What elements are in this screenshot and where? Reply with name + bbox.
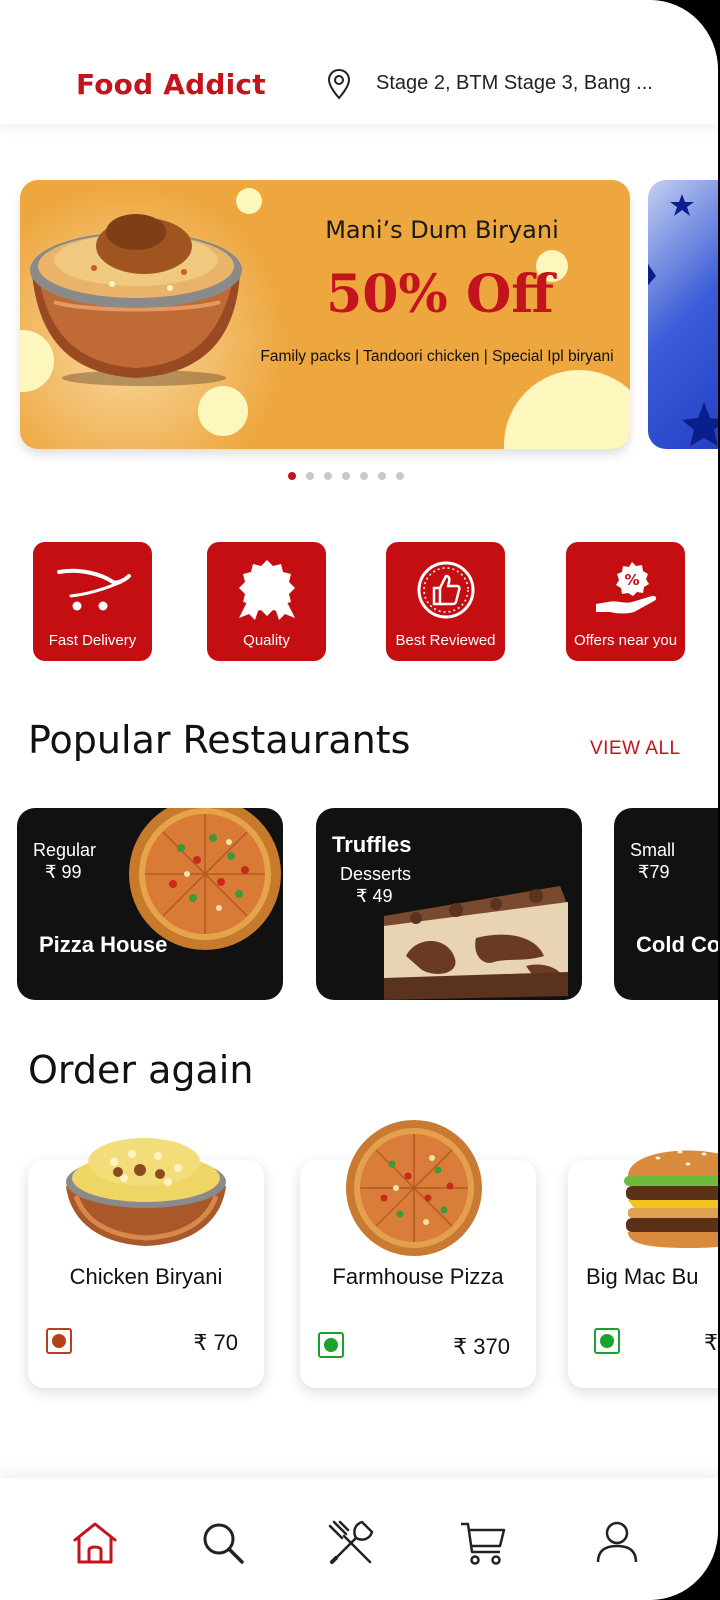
home-icon[interactable]: [70, 1518, 120, 1568]
restaurant-name: Cold Co: [636, 932, 720, 957]
pager-dot[interactable]: [378, 472, 386, 480]
carousel-pager[interactable]: [288, 472, 404, 480]
order-item-name: Farmhouse Pizza: [332, 1264, 504, 1289]
veg-indicator-icon: [318, 1332, 344, 1358]
restaurant-price: ₹ 99: [45, 862, 82, 882]
offer-hand-icon: %: [596, 562, 657, 614]
restaurant-size: Regular: [33, 840, 97, 860]
category-offers-near-you[interactable]: % Offers near you: [566, 542, 685, 661]
restaurant-size: Small: [630, 840, 676, 860]
pager-dot[interactable]: [306, 472, 314, 480]
biryani-pot-image: [30, 214, 242, 386]
bubble-decoration: [198, 386, 248, 436]
restaurant-price: ₹ 49: [356, 886, 393, 906]
pizza-image: [346, 1120, 482, 1256]
order-card-big-mac[interactable]: Big Mac Bu ₹: [568, 1150, 718, 1388]
cart-icon: [57, 568, 131, 611]
pager-dot[interactable]: [342, 472, 350, 480]
map-pin-icon[interactable]: [326, 68, 352, 100]
quality-badge-icon: [239, 560, 295, 620]
profile-icon[interactable]: [592, 1518, 642, 1568]
restaurant-name: Pizza House: [39, 932, 168, 957]
category-label: Best Reviewed: [395, 632, 496, 649]
bottom-navigation: [0, 1478, 718, 1600]
search-icon[interactable]: [198, 1518, 248, 1568]
non-veg-indicator-icon: [46, 1328, 72, 1354]
order-card-farmhouse-pizza[interactable]: Farmhouse Pizza ₹ 370: [300, 1120, 536, 1388]
order-item-price: ₹ 70: [193, 1330, 238, 1355]
restaurant-cutlery-icon[interactable]: [326, 1518, 376, 1568]
restaurant-name: Truffles: [332, 832, 412, 857]
order-item-name: Big Mac Bu: [586, 1264, 699, 1289]
category-label: Fast Delivery: [48, 632, 137, 649]
restaurant-size: Desserts: [340, 864, 412, 884]
banner-features: Family packs | Tandoori chicken | Specia…: [260, 348, 614, 365]
top-header: Food Addict Stage 2, BTM Stage 3, Bang .…: [0, 0, 718, 124]
cake-slice-image: [384, 886, 568, 1000]
category-label: Offers near you: [573, 632, 678, 649]
order-item-price: ₹ 370: [453, 1334, 510, 1359]
order-item-price: ₹: [704, 1330, 718, 1355]
banner-restaurant-name: Mani’s Dum Biryani: [325, 216, 559, 244]
burger-image: [624, 1150, 718, 1248]
order-item-name: Chicken Biryani: [69, 1264, 223, 1289]
bubble-decoration: [504, 370, 630, 449]
restaurant-price: ₹79: [638, 862, 670, 882]
restaurant-card-truffles[interactable]: Truffles Desserts ₹ 49: [316, 808, 582, 1000]
offer-banner[interactable]: Mani’s Dum Biryani 50% Off Family packs …: [20, 180, 630, 449]
location-text[interactable]: Stage 2, BTM Stage 3, Bang ...: [376, 72, 653, 95]
next-banner-peek[interactable]: [648, 180, 718, 449]
svg-text:%: %: [624, 571, 639, 589]
category-best-reviewed[interactable]: Best Reviewed: [386, 542, 505, 661]
restaurant-card-pizza-house[interactable]: Regular ₹ 99 Pizza House: [17, 808, 283, 1000]
banner-offer: 50% Off: [326, 264, 554, 325]
pager-dot[interactable]: [396, 472, 404, 480]
popular-restaurants-title: Popular Restaurants: [28, 718, 411, 762]
star-decoration: [648, 194, 718, 446]
pager-dot-active[interactable]: [288, 472, 296, 480]
cart-icon[interactable]: [458, 1518, 508, 1568]
order-again-title: Order again: [28, 1048, 254, 1092]
pager-dot[interactable]: [324, 472, 332, 480]
app-screen: Food Addict Stage 2, BTM Stage 3, Bang .…: [0, 0, 720, 1600]
category-label: Quality: [243, 632, 290, 649]
order-card-chicken-biryani[interactable]: Chicken Biryani ₹ 70: [28, 1138, 264, 1388]
restaurant-card-cold-co[interactable]: Small ₹79 Cold Co: [614, 808, 720, 1000]
brand-logo[interactable]: Food Addict: [76, 68, 266, 101]
thumbs-up-icon: [417, 561, 475, 619]
category-quality[interactable]: Quality: [207, 542, 326, 661]
veg-indicator-icon: [594, 1328, 620, 1354]
pager-dot[interactable]: [360, 472, 368, 480]
biryani-bowl-image: [66, 1138, 226, 1246]
view-all-link[interactable]: VIEW ALL: [590, 738, 681, 760]
category-fast-delivery[interactable]: Fast Delivery: [33, 542, 152, 661]
